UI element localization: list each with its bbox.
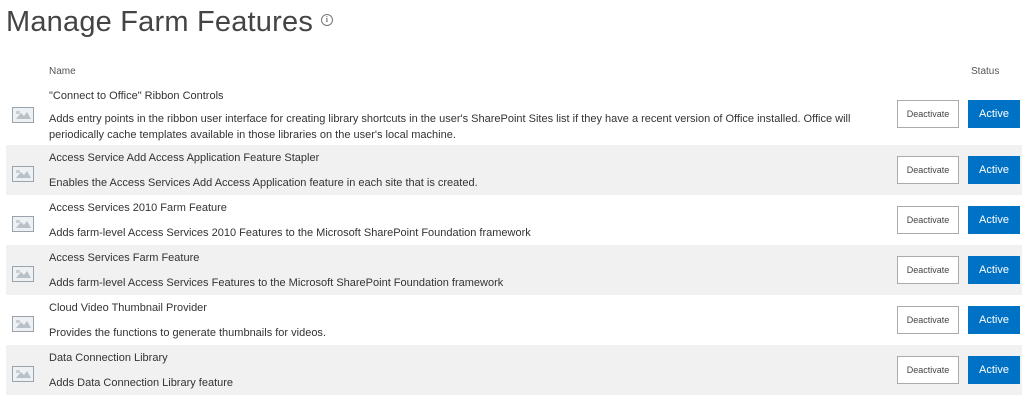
feature-row: Data Connection Library Adds Data Connec…	[6, 345, 1022, 395]
feature-row: Access Services 2010 Farm Feature Adds f…	[6, 195, 1022, 245]
feature-title: Data Connection Library	[49, 352, 168, 364]
feature-title: Cloud Video Thumbnail Provider	[49, 302, 207, 314]
feature-row: Cloud Video Thumbnail Provider Provides …	[6, 295, 1022, 345]
deactivate-button[interactable]: Deactivate	[897, 156, 959, 184]
active-status-badge: Active	[968, 156, 1020, 184]
feature-icon	[12, 107, 34, 123]
deactivate-button[interactable]: Deactivate	[897, 206, 959, 234]
feature-title: Access Service Add Access Application Fe…	[49, 152, 320, 164]
active-status-badge: Active	[968, 256, 1020, 284]
feature-title: Access Services 2010 Farm Feature	[49, 202, 227, 214]
feature-description: Adds entry points in the ribbon user int…	[49, 113, 851, 141]
feature-list: "Connect to Office" Ribbon Controls Adds…	[6, 83, 1022, 395]
column-header-status: Status	[971, 66, 1000, 77]
feature-row: "Connect to Office" Ribbon Controls Adds…	[6, 83, 1022, 145]
feature-icon	[12, 266, 34, 282]
feature-icon	[12, 166, 34, 182]
active-status-badge: Active	[968, 206, 1020, 234]
active-status-badge: Active	[968, 306, 1020, 334]
deactivate-button[interactable]: Deactivate	[897, 356, 959, 384]
deactivate-button[interactable]: Deactivate	[897, 306, 959, 334]
page-title-text: Manage Farm Features	[6, 6, 314, 38]
feature-icon	[12, 366, 34, 382]
feature-description: Adds farm-level Access Services 2010 Fea…	[49, 227, 531, 239]
feature-description: Enables the Access Services Add Access A…	[49, 177, 478, 189]
deactivate-button[interactable]: Deactivate	[897, 100, 959, 128]
deactivate-button[interactable]: Deactivate	[897, 256, 959, 284]
feature-icon	[12, 216, 34, 232]
feature-icon	[12, 316, 34, 332]
feature-description: Provides the functions to generate thumb…	[49, 327, 326, 339]
feature-description: Adds Data Connection Library feature	[49, 377, 234, 389]
active-status-badge: Active	[968, 356, 1020, 384]
page-title: Manage Farm Features i	[6, 6, 334, 39]
feature-row: Access Services Farm Feature Adds farm-l…	[6, 245, 1022, 295]
feature-title: Access Services Farm Feature	[49, 252, 200, 264]
active-status-badge: Active	[968, 100, 1020, 128]
info-icon[interactable]: i	[321, 14, 334, 27]
feature-row: Access Service Add Access Application Fe…	[6, 145, 1022, 195]
feature-description: Adds farm-level Access Services Features…	[49, 277, 504, 289]
feature-title: "Connect to Office" Ribbon Controls	[49, 90, 224, 102]
column-header-name[interactable]: Name	[49, 66, 76, 77]
